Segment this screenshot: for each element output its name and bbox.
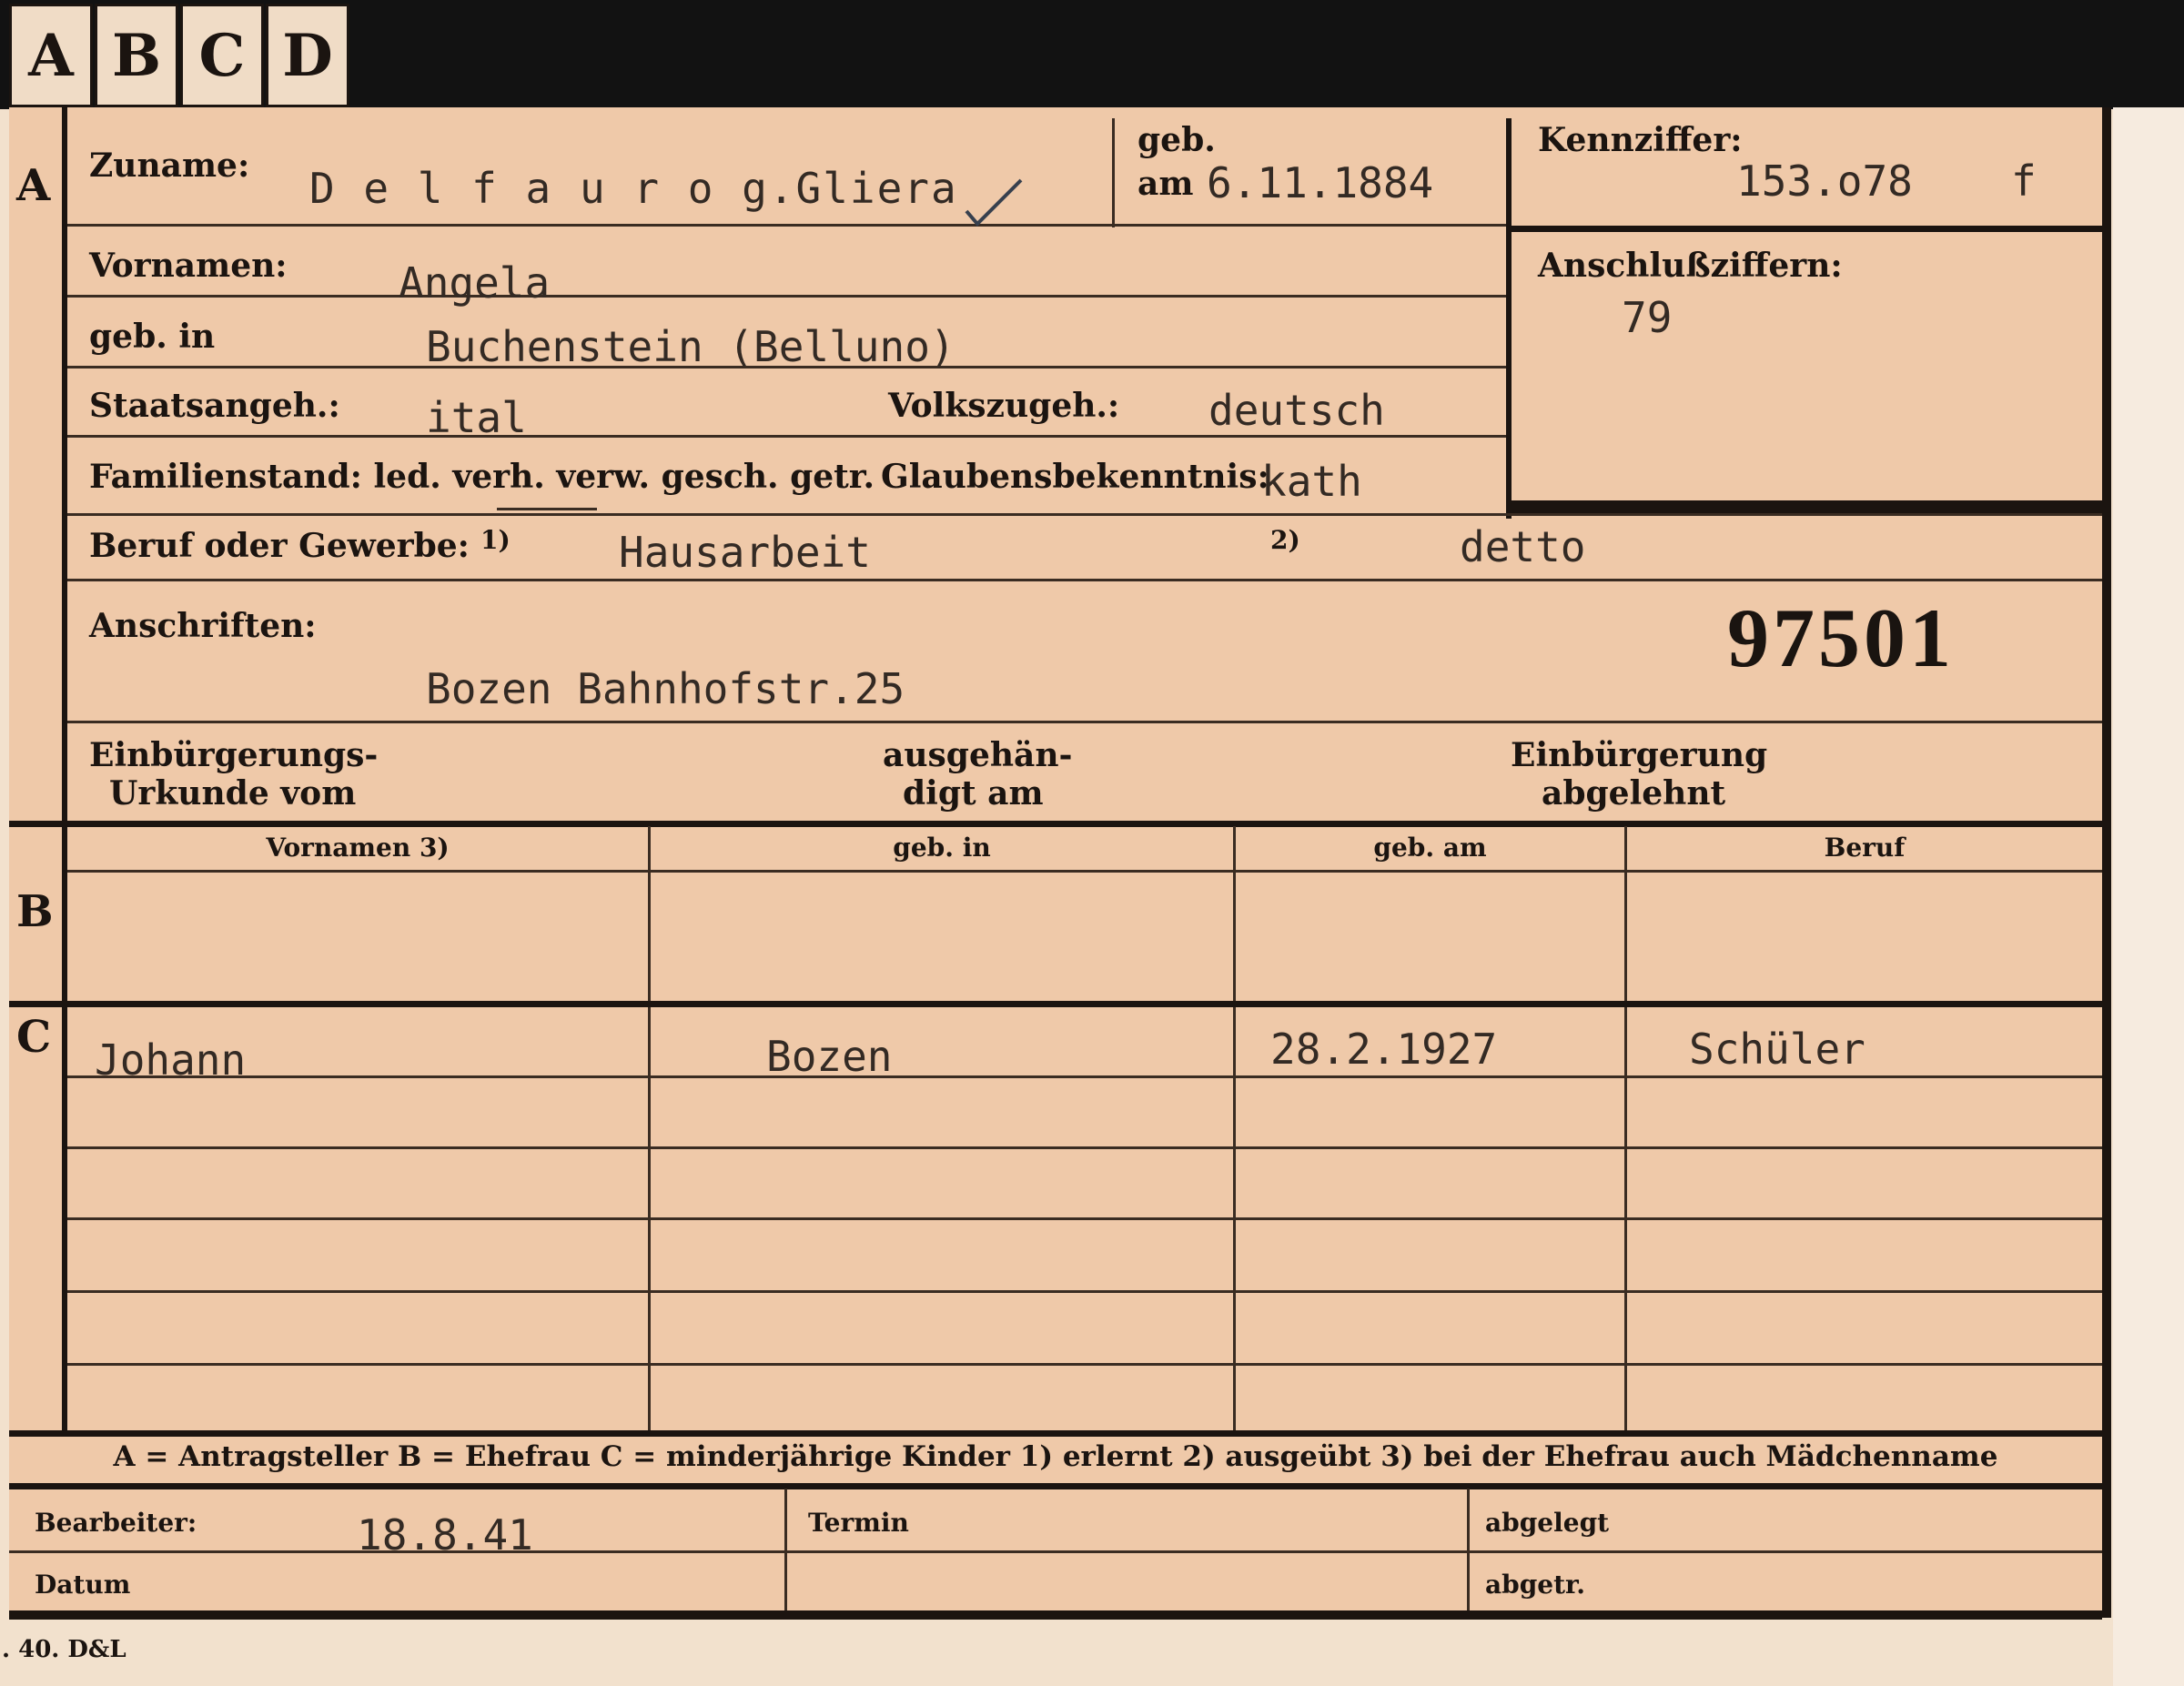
section-c-bottom — [9, 1430, 2102, 1437]
termin-label: Termin — [808, 1508, 909, 1538]
table-col-line-1 — [648, 826, 651, 1434]
staatsangeh-value: ital — [426, 393, 527, 442]
volkszugeh-label: Volkszugeh.: — [888, 387, 1120, 425]
child-geb-am: 28.2.1927 — [1270, 1025, 1498, 1074]
table-header-beruf: Beruf — [1824, 833, 1906, 863]
index-tab-d: D — [266, 4, 349, 107]
child-row-rule-4 — [67, 1290, 2102, 1293]
kennziffer-label: Kennziffer: — [1538, 121, 1743, 159]
beruf-label: Beruf oder Gewerbe: — [89, 527, 470, 565]
index-tab-a: A — [9, 4, 93, 107]
glaubensbekenntnis-label: Glaubensbekenntnis: — [881, 458, 1269, 496]
vornamen-value: Angela — [399, 258, 551, 308]
anschriften-label: Anschriften: — [89, 607, 317, 645]
ausgehaendigt-label-2: digt am — [903, 774, 1044, 813]
child-row-rule-1 — [67, 1075, 2102, 1078]
check-mark-icon — [965, 178, 1023, 227]
table-col-line-2 — [1233, 826, 1236, 1434]
card-bottom-rule — [9, 1610, 2102, 1620]
rule-anschriften — [67, 721, 2102, 723]
volkszugeh-value: deutsch — [1208, 386, 1385, 435]
index-tabs: A B C D — [9, 4, 351, 107]
table-left-divider — [62, 826, 67, 1434]
paper-edge — [2113, 107, 2184, 1686]
section-marker-b: B — [16, 886, 54, 937]
section-a-bottom — [9, 821, 2102, 827]
vornamen-label: Vornamen: — [89, 247, 288, 285]
kennziffer-box-bottom — [1506, 500, 2102, 513]
registration-card: A Zuname: D e l f a u r o g.Gliera geb. … — [9, 107, 2111, 1620]
abgelegt-label: abgelegt — [1485, 1508, 1610, 1538]
child-geb-in: Bozen — [766, 1032, 893, 1081]
staatsangeh-label: Staatsangeh.: — [89, 387, 340, 425]
stamp-number: 97501 — [1727, 591, 1955, 684]
zuname-label: Zuname: — [89, 146, 250, 185]
child-beruf: Schüler — [1689, 1025, 1866, 1074]
legend-line: A = Antragsteller B = Ehefrau C = minder… — [113, 1440, 1998, 1473]
geb-column-line — [1112, 118, 1115, 227]
geb-am-label: am — [1138, 165, 1194, 203]
kennziffer-box-divider — [1506, 226, 2102, 232]
child-row-rule-2 — [67, 1146, 2102, 1149]
print-mark: . 40. D&L — [2, 1636, 126, 1663]
geb-am-value: 6.11.1884 — [1207, 158, 1434, 207]
table-col-line-3 — [1624, 826, 1627, 1434]
geb-in-value: Buchenstein (Belluno) — [426, 322, 956, 371]
einbuergerung-abgelehnt-label-1: Einbürgerung — [1511, 736, 1768, 774]
abgetr-label: abgetr. — [1485, 1570, 1585, 1600]
footnote-2-marker: 2) — [1270, 525, 1300, 555]
familienstand-underline — [497, 508, 597, 510]
table-header-rule — [67, 870, 2102, 873]
anschlussziffern-value: 79 — [1622, 293, 1673, 342]
kennziffer-suffix: f — [2011, 156, 2037, 206]
index-tab-b: B — [95, 4, 178, 107]
zuname-value: D e l f a u r o g.Gliera — [309, 164, 958, 213]
table-header-geb-am: geb. am — [1373, 833, 1487, 863]
child-row-rule-3 — [67, 1217, 2102, 1220]
glaubensbekenntnis-value: kath — [1261, 457, 1362, 506]
rule-familienstand — [67, 513, 2102, 516]
index-tab-c: C — [180, 4, 264, 107]
ausgehaendigt-label-1: ausgehän- — [883, 736, 1073, 774]
legend-bottom-rule — [9, 1483, 2102, 1489]
table-header-vornamen: Vornamen 3) — [266, 833, 450, 863]
section-marker-a: A — [16, 160, 51, 211]
table-header-geb-in: geb. in — [893, 833, 991, 863]
section-b-bottom — [9, 1001, 2102, 1007]
einbuergerungs-label-1: Einbürgerungs- — [89, 736, 379, 774]
beruf-erlernt-value: Hausarbeit — [619, 528, 871, 577]
rule-zuname — [67, 224, 1506, 227]
rule-vornamen — [67, 295, 1506, 298]
child-vornamen: Johann — [95, 1035, 247, 1085]
rule-beruf — [67, 579, 2102, 581]
einbuergerung-abgelehnt-label-2: abgelehnt — [1542, 774, 1726, 813]
familienstand-label: Familienstand: led. verh. verw. gesch. g… — [89, 458, 875, 496]
datum-label: Datum — [35, 1570, 131, 1600]
bearbeiter-value: 18.8.41 — [357, 1510, 533, 1560]
child-row-rule-5 — [67, 1363, 2102, 1366]
kennziffer-value: 153.o78 — [1736, 156, 1913, 206]
anschrift-value: Bozen Bahnhofstr.25 — [426, 664, 905, 713]
rule-staatsangeh — [67, 435, 1506, 438]
section-marker-c: C — [16, 1012, 52, 1063]
anschlussziffern-label: Anschlußziffern: — [1538, 247, 1843, 285]
geb-in-label: geb. in — [89, 318, 216, 356]
geb-label: geb. — [1138, 121, 1216, 159]
footnote-1-marker: 1) — [480, 525, 511, 555]
kennziffer-box-left-border — [1506, 118, 1512, 519]
beruf-ausgeuebt-value: detto — [1460, 522, 1586, 571]
bearbeiter-label: Bearbeiter: — [35, 1508, 197, 1538]
footer-row-rule — [9, 1550, 2102, 1553]
einbuergerungs-label-2: Urkunde vom — [109, 774, 357, 813]
